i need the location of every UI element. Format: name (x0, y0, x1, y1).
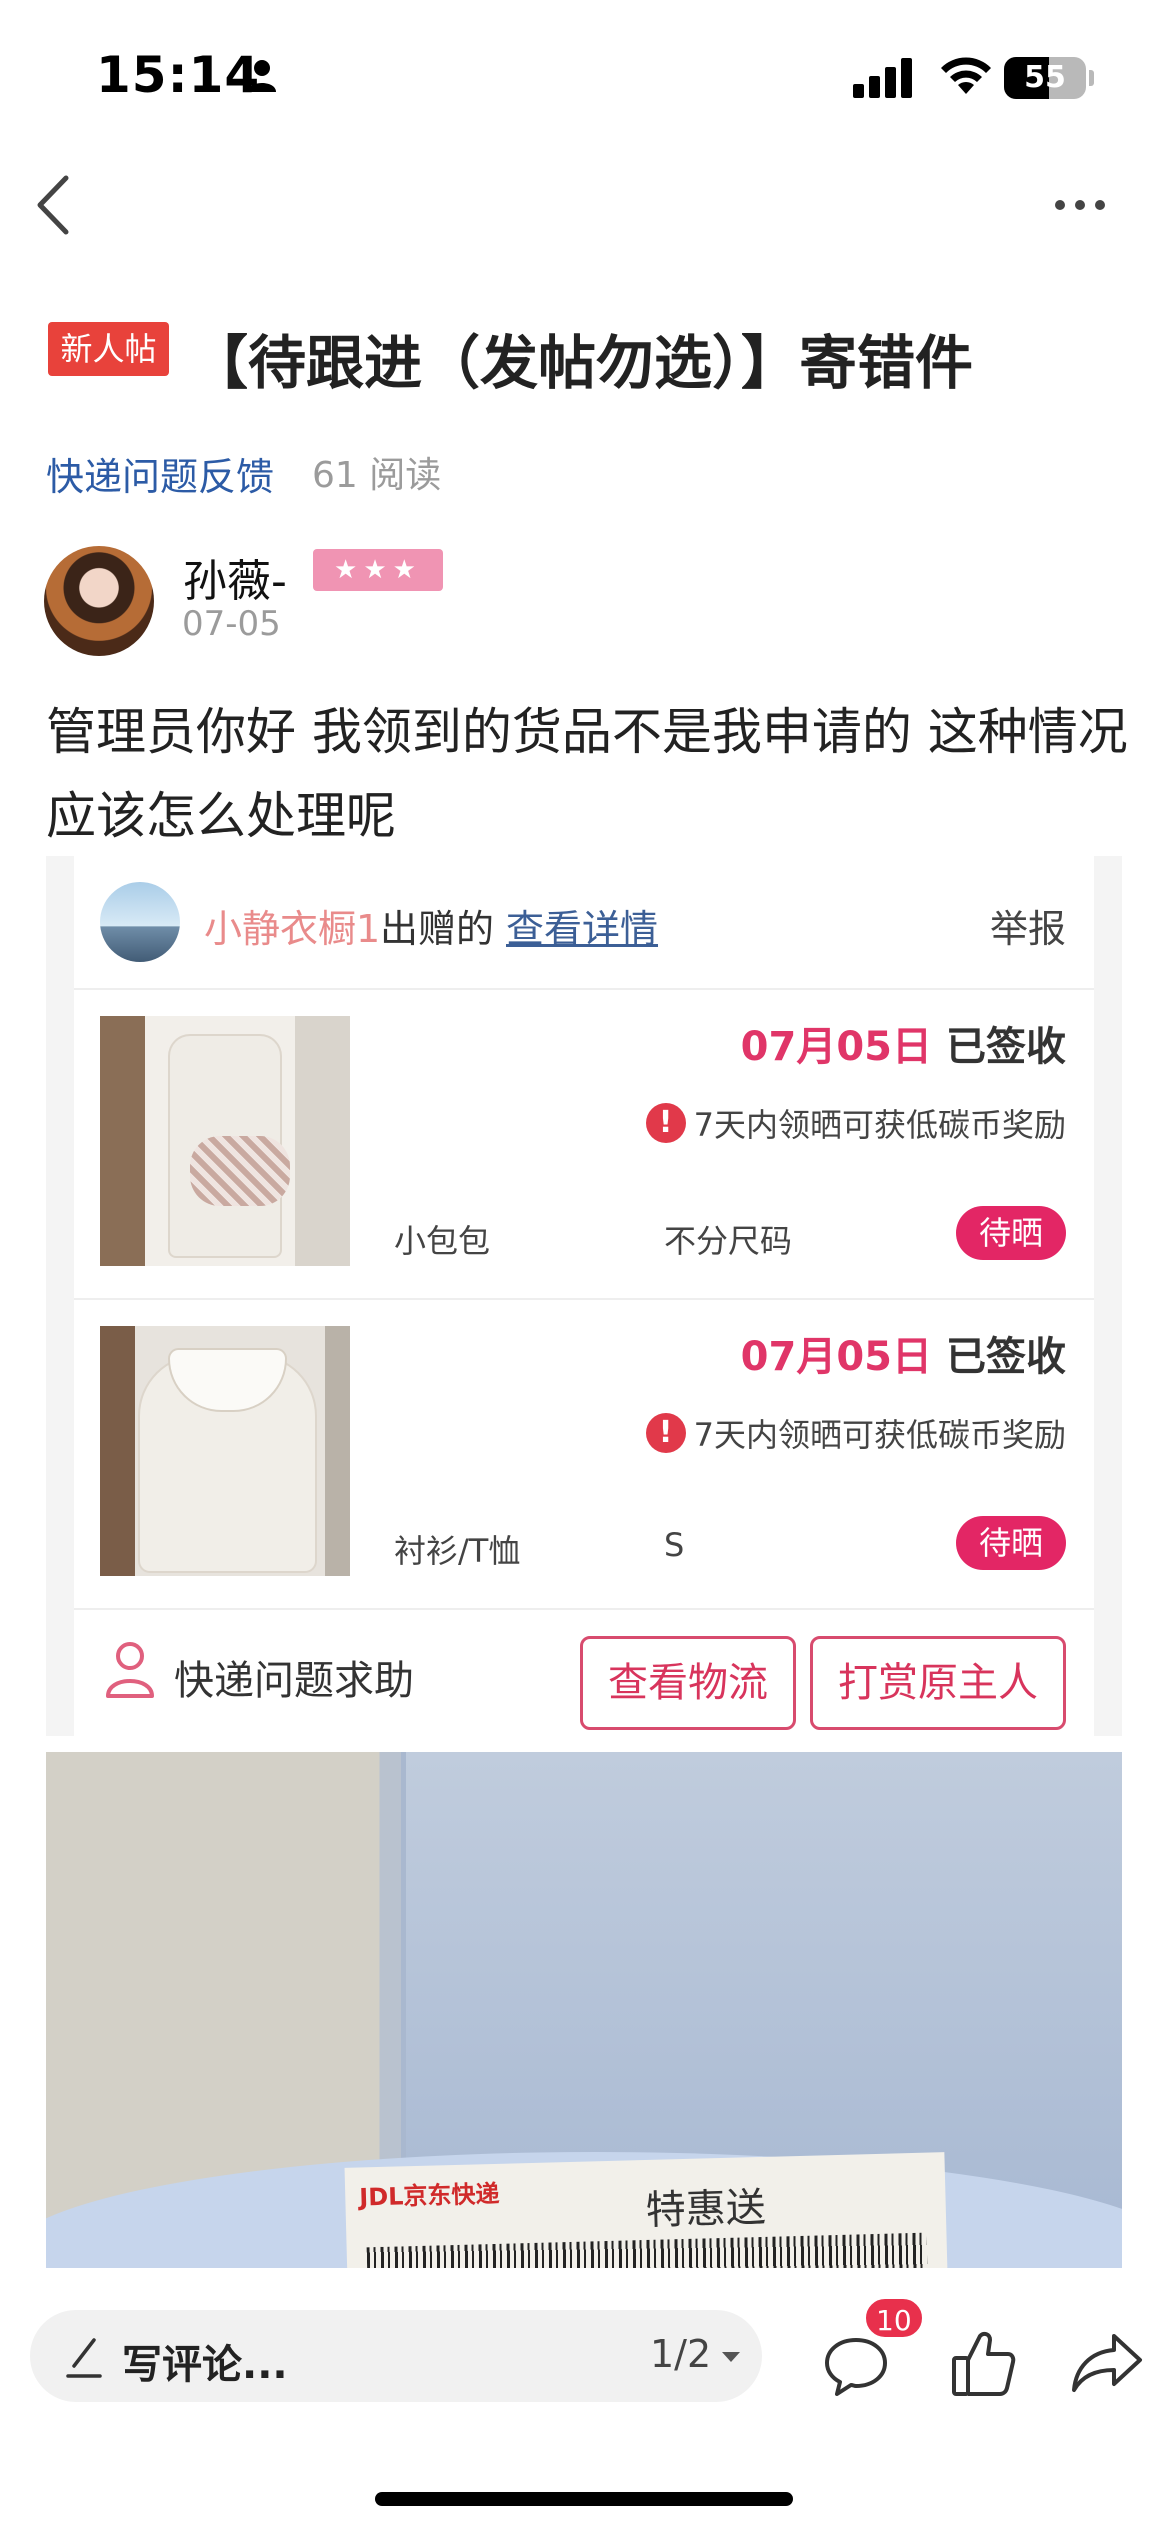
category-link[interactable]: 快递问题反馈 (46, 446, 274, 501)
comment-count-badge: 10 (863, 2296, 925, 2340)
item-status: 已签收 (946, 1334, 1066, 1380)
person-icon (248, 60, 276, 92)
post-title: 【待跟进（发帖勿选）】寄错件 (190, 329, 974, 397)
donor-avatar[interactable] (100, 882, 180, 962)
card-footer: 快递问题求助 查看物流 打赏原主人 (74, 1610, 1094, 1736)
gift-card-wrapper: 小静衣橱1 出赠的 查看详情 举报 07月05日 已签收 ! 7天内领晒可获低碳币… (46, 856, 1122, 1736)
chevron-left-icon[interactable] (30, 170, 80, 240)
comment-icon[interactable] (823, 2334, 889, 2398)
donor-name[interactable]: 小静衣橱1 (204, 898, 380, 953)
view-logistics-button[interactable]: 查看物流 (580, 1636, 796, 1730)
item-notice-text: 7天内领晒可获低碳币奖励 (693, 1106, 1066, 1144)
author-avatar[interactable] (44, 546, 154, 656)
exclamation-icon: ! (645, 1103, 686, 1143)
post-photo[interactable]: JDL京东快递 特惠送 (46, 1752, 1122, 2268)
item-date: 07月05日 已签收 (741, 1014, 1066, 1072)
pen-icon (66, 2338, 102, 2378)
wifi-icon (941, 57, 991, 94)
view-detail-link[interactable]: 查看详情 (506, 898, 658, 953)
item-tag[interactable]: 待晒 (956, 1206, 1066, 1260)
gift-card: 小静衣橱1 出赠的 查看详情 举报 07月05日 已签收 ! 7天内领晒可获低碳币… (74, 856, 1094, 1736)
status-time: 15:14 (96, 46, 261, 104)
label-text: 特惠送 (645, 2184, 767, 2234)
caret-down-icon[interactable] (722, 2352, 740, 2362)
item-size: 不分尺码 (664, 1222, 793, 1260)
new-post-badge: 新人帖 (48, 322, 169, 376)
comment-input[interactable]: 写评论... 1/2 (30, 2310, 762, 2402)
item-size: S (664, 1526, 685, 1564)
thumbs-up-icon[interactable] (950, 2328, 1016, 2398)
item-name: 衬衫/T恤 (394, 1532, 521, 1570)
read-count: 61 阅读 (312, 455, 442, 496)
item-photo[interactable] (100, 1016, 350, 1266)
person-outline-icon[interactable] (104, 1640, 156, 1700)
status-bar: 15:14 55 (0, 0, 1170, 150)
page-indicator[interactable]: 1/2 (650, 2332, 711, 2376)
home-indicator[interactable] (375, 2492, 793, 2506)
item-date-value: 07月05日 (740, 1334, 932, 1380)
item-tag[interactable]: 待晒 (956, 1516, 1066, 1570)
item-date: 07月05日 已签收 (741, 1324, 1066, 1382)
barcode (366, 2232, 928, 2268)
item-notice: ! 7天内领晒可获低碳币奖励 (645, 1100, 1066, 1146)
post-date: 07-05 (182, 604, 281, 644)
item-notice: ! 7天内领晒可获低碳币奖励 (645, 1410, 1066, 1456)
share-icon[interactable] (1070, 2332, 1144, 2394)
item-notice-text: 7天内领晒可获低碳币奖励 (693, 1416, 1066, 1454)
bottom-bar: 写评论... 1/2 10 (0, 2268, 1170, 2532)
comment-placeholder: 写评论... (122, 2342, 288, 2388)
gift-item[interactable]: 07月05日 已签收 ! 7天内领晒可获低碳币奖励 小包包 不分尺码 待晒 (74, 990, 1094, 1300)
battery-level: 55 (1024, 60, 1066, 95)
donor-row: 小静衣橱1 出赠的 查看详情 举报 (74, 856, 1094, 990)
label-brand: JDL京东快递 (358, 2179, 500, 2212)
report-link[interactable]: 举报 (990, 898, 1066, 953)
gift-item[interactable]: 07月05日 已签收 ! 7天内领晒可获低碳币奖励 衬衫/T恤 S 待晒 (74, 1300, 1094, 1610)
battery-cap (1089, 70, 1094, 86)
delivery-help-link[interactable]: 快递问题求助 (174, 1648, 414, 1706)
battery-indicator: 55 (1004, 57, 1086, 99)
shipping-label: JDL京东快递 特惠送 (344, 2152, 948, 2268)
more-horizontal-icon[interactable] (1052, 196, 1108, 214)
cellular-signal-icon (853, 58, 912, 98)
tip-owner-button[interactable]: 打赏原主人 (810, 1636, 1066, 1730)
item-status: 已签收 (946, 1024, 1066, 1070)
donor-verb: 出赠的 (380, 907, 495, 951)
item-date-value: 07月05日 (740, 1024, 932, 1070)
exclamation-icon: ! (645, 1413, 686, 1453)
author-name[interactable]: 孙薇- (183, 545, 287, 609)
item-name: 小包包 (394, 1222, 491, 1260)
post-body: 管理员你好 我领到的货品不是我申请的 这种情况应该怎么处理呢 (46, 703, 1128, 845)
item-photo[interactable] (100, 1326, 350, 1576)
author-level-badge: ★★★ (313, 549, 443, 591)
